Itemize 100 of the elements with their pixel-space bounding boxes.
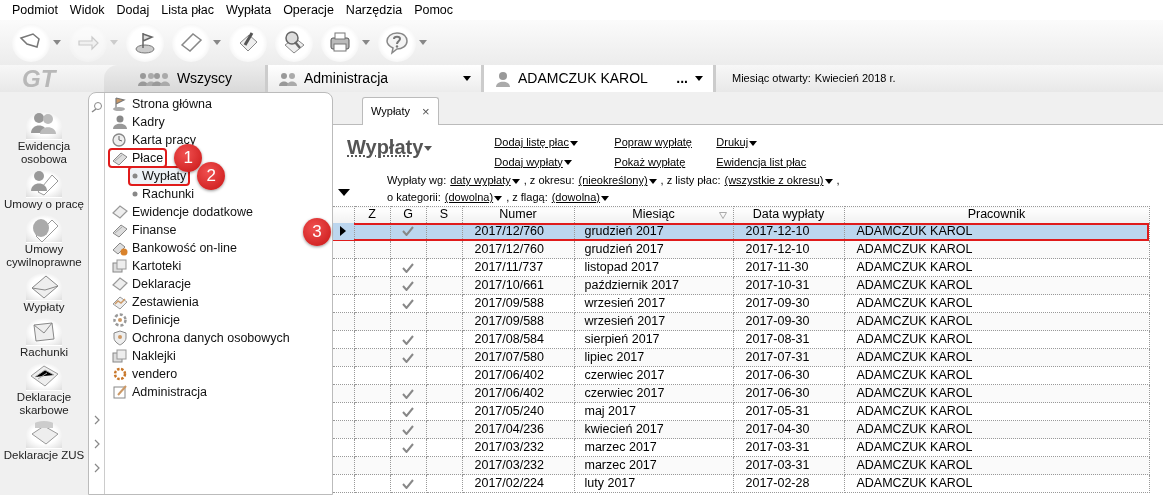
edit-icon xyxy=(112,384,128,400)
menu-item[interactable]: Narzędzia xyxy=(339,0,409,20)
module-button[interactable]: Wypłaty xyxy=(0,273,88,314)
bullet-icon xyxy=(132,191,138,197)
tree-item[interactable]: Zestawienia xyxy=(109,293,202,311)
notes-icon xyxy=(112,222,128,238)
table-cell: październik 2017 xyxy=(574,276,733,295)
table-cell: listopad 2017 xyxy=(574,258,733,277)
table-cell: 2017/02/224 xyxy=(462,474,574,493)
table-cell: ADAMCZUK KAROL xyxy=(844,312,1149,331)
tree-item[interactable]: Ewidencje dodatkowe xyxy=(109,203,256,221)
column-header[interactable]: Data wypłaty xyxy=(733,206,844,223)
menu-item[interactable]: Pomoc xyxy=(408,0,460,20)
tree-item[interactable]: Ochrona danych osobowych xyxy=(109,329,293,347)
table-cell: marzec 2017 xyxy=(574,456,733,475)
table-cell: 2017-11-30 xyxy=(733,258,844,277)
module-button[interactable]: Ewidencja osobowa xyxy=(0,112,88,166)
table-cell: 2017-09-30 xyxy=(733,294,844,313)
tree-item[interactable]: Strona główna xyxy=(109,95,215,113)
tree-item[interactable]: Definicje xyxy=(109,311,183,329)
sort-icon[interactable] xyxy=(718,212,727,219)
tree-item[interactable]: Deklaracje xyxy=(109,275,195,293)
menu-item[interactable]: Widok xyxy=(63,0,111,20)
tree-item[interactable]: Finanse xyxy=(109,221,180,239)
chevron-icon[interactable] xyxy=(92,414,101,426)
field-label: Miesiąc otwarty: xyxy=(732,71,811,87)
bullet-icon xyxy=(132,173,138,179)
module-button[interactable]: Deklaracje skarbowe xyxy=(0,363,88,417)
module-button[interactable]: Deklaracje ZUS xyxy=(0,421,88,462)
table-cell: wrzesień 2017 xyxy=(574,312,733,331)
module-button[interactable]: Umowy o pracę xyxy=(0,170,88,211)
table-cell: maj 2017 xyxy=(574,402,733,421)
menu-item[interactable]: Operacje xyxy=(277,0,340,20)
tree-item[interactable]: Naklejki xyxy=(109,347,179,365)
tree-item[interactable]: Rachunki xyxy=(129,185,198,203)
column-header[interactable]: Z xyxy=(354,206,390,223)
table-cell: 2017-04-30 xyxy=(733,420,844,439)
table-cell: 2017-03-31 xyxy=(733,438,844,457)
logo: GT xyxy=(21,65,58,92)
action-link[interactable]: Drukuj xyxy=(716,134,807,151)
document-tab[interactable]: Wypłaty × xyxy=(362,97,439,125)
shield-icon xyxy=(112,330,128,346)
filter-link[interactable]: daty wypłaty xyxy=(450,172,520,189)
field-value: Kwiecień 2018 r. xyxy=(814,71,896,87)
table-cell: 2017-02-28 xyxy=(733,474,844,493)
table-cell: czerwiec 2017 xyxy=(574,384,733,403)
table-cell: ADAMCZUK KAROL xyxy=(844,456,1149,475)
column-header[interactable]: Pracownik xyxy=(844,206,1149,223)
close-icon[interactable]: × xyxy=(422,105,430,118)
action-link[interactable]: Pokaż wypłatę xyxy=(614,153,717,170)
chevron-icon[interactable] xyxy=(92,438,101,450)
table-cell: ADAMCZUK KAROL xyxy=(844,420,1149,439)
filter-label: o kategorii: xyxy=(387,190,441,206)
tree-item[interactable]: Administracja xyxy=(109,383,211,401)
menu-item[interactable]: Wypłata xyxy=(220,0,278,20)
table-cell: ADAMCZUK KAROL xyxy=(844,348,1149,367)
tree-item[interactable]: vendero xyxy=(109,365,181,383)
tree-item[interactable]: Bankowość on-line xyxy=(109,239,240,257)
menu-item[interactable]: Lista płac xyxy=(155,0,221,20)
tree-item[interactable]: Płace xyxy=(109,149,167,167)
column-header[interactable]: Miesiąc xyxy=(574,206,733,223)
filter-label: Wypłaty wg: xyxy=(387,173,447,189)
person-icon xyxy=(112,114,128,130)
filter-link[interactable]: (dowolna) xyxy=(444,189,503,206)
employee-dropdown[interactable]: ADAMCZUK KAROL ... xyxy=(484,65,716,92)
department-dropdown[interactable]: Administracja xyxy=(268,65,484,92)
filter-label: , z flagą: xyxy=(506,190,548,206)
action-link[interactable]: Ewidencja list płac xyxy=(716,153,807,170)
column-header[interactable]: Numer xyxy=(462,206,574,223)
filter-link[interactable]: (dowolna) xyxy=(551,189,609,206)
table-cell: 2017-09-30 xyxy=(733,312,844,331)
module-button[interactable]: Rachunki xyxy=(0,318,88,359)
caret-icon xyxy=(695,76,703,81)
filter-link[interactable]: (wszystkie z okresu) xyxy=(724,172,833,189)
gear-icon xyxy=(112,366,128,382)
caret-icon xyxy=(110,40,118,45)
tree-item[interactable]: Wypłaty xyxy=(129,167,190,185)
view-title[interactable]: Wypłaty xyxy=(347,136,433,158)
action-link[interactable]: Popraw wypłatę xyxy=(614,134,717,151)
table-cell: ADAMCZUK KAROL xyxy=(844,276,1149,295)
column-header[interactable]: S xyxy=(426,206,462,223)
caret-icon xyxy=(419,40,427,45)
tree-item[interactable]: Kadry xyxy=(109,113,168,131)
menu-item[interactable]: Dodaj xyxy=(110,0,156,20)
column-chooser-icon xyxy=(338,189,350,196)
filter-link[interactable]: (nieokreślony) xyxy=(578,172,657,189)
chevron-icon[interactable] xyxy=(92,462,101,474)
module-button[interactable]: Umowy cywilnoprawne xyxy=(0,215,88,269)
table-cell: 2017-05-31 xyxy=(733,402,844,421)
action-link[interactable]: Dodaj listę płac xyxy=(494,134,615,151)
group-tab[interactable]: Wszyscy xyxy=(104,65,268,92)
person-icon xyxy=(494,69,512,88)
table-cell: 2017-08-31 xyxy=(733,330,844,349)
table-cell: sierpień 2017 xyxy=(574,330,733,349)
tree-item[interactable]: Kartoteki xyxy=(109,257,185,275)
chart-icon xyxy=(112,294,128,310)
column-header[interactable]: G xyxy=(390,206,426,223)
menu-item[interactable]: Podmiot xyxy=(6,0,64,20)
caret-icon xyxy=(213,40,221,45)
action-link[interactable]: Dodaj wypłaty xyxy=(494,153,615,170)
